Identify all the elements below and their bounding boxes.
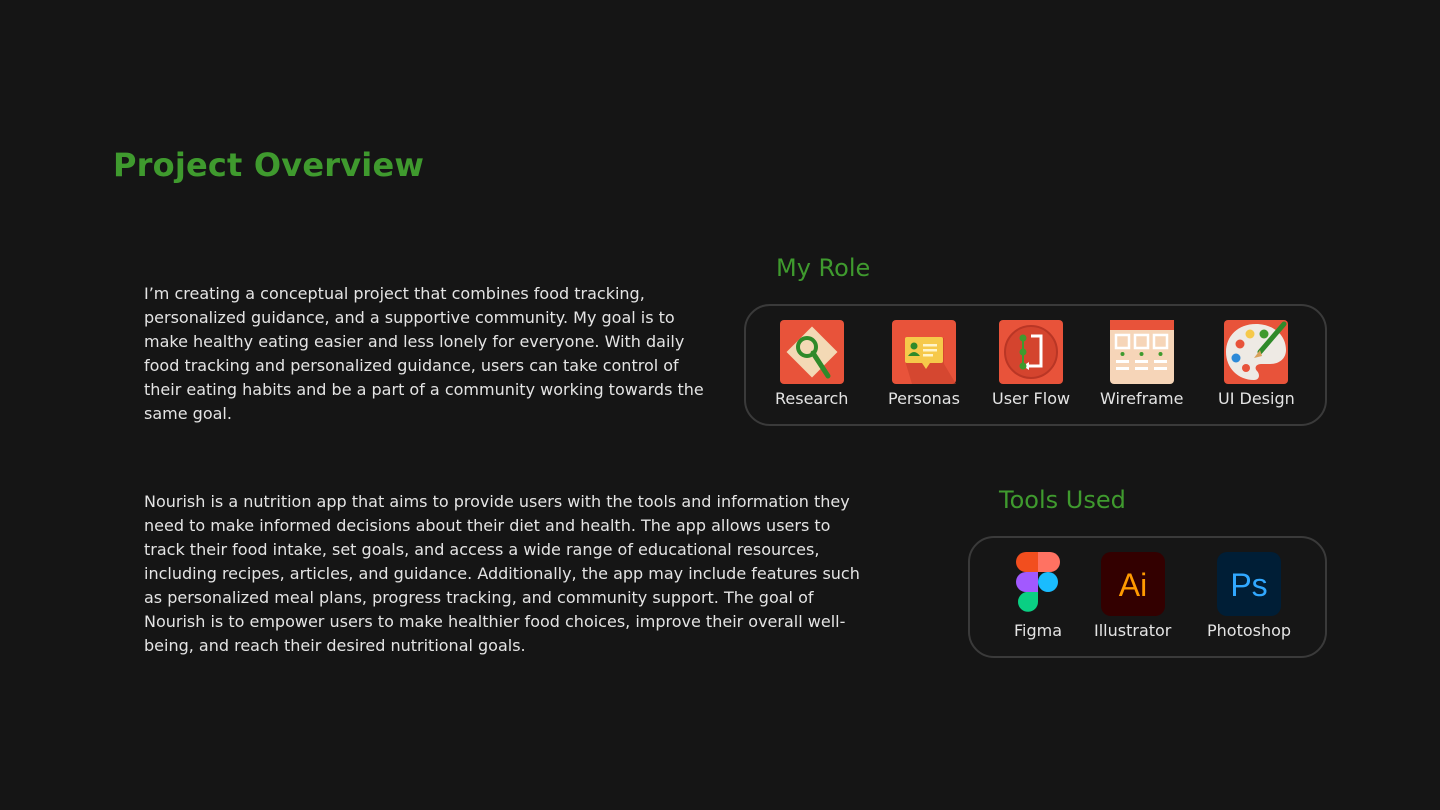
photoshop-glyph: Ps	[1230, 567, 1267, 603]
illustrator-icon: Ai	[1100, 552, 1165, 616]
role-item-personas[interactable]: Personas	[888, 320, 960, 408]
role-item-ui-design[interactable]: UI Design	[1218, 320, 1295, 408]
user-flow-icon	[999, 320, 1064, 384]
research-icon	[779, 320, 844, 384]
role-item-user-flow[interactable]: User Flow	[992, 320, 1070, 408]
role-label-ui-design: UI Design	[1218, 389, 1295, 408]
description-paragraph: Nourish is a nutrition app that aims to …	[144, 492, 860, 655]
tool-item-illustrator[interactable]: Ai Illustrator	[1094, 552, 1171, 640]
tools-used-panel: Figma Ai Illustrator Ps Photoshop	[968, 536, 1327, 658]
role-item-research[interactable]: Research	[775, 320, 848, 408]
role-label-wireframe: Wireframe	[1100, 389, 1184, 408]
tool-label-illustrator: Illustrator	[1094, 621, 1172, 640]
ui-design-palette-icon	[1224, 320, 1289, 384]
intro-paragraph: I’m creating a conceptual project that c…	[144, 284, 704, 423]
tool-label-figma: Figma	[1013, 621, 1063, 640]
tool-item-figma[interactable]: Figma	[1006, 552, 1070, 640]
my-role-title: My Role	[776, 254, 871, 282]
figma-icon	[1016, 552, 1060, 612]
photoshop-icon: Ps	[1217, 552, 1282, 616]
illustrator-glyph: Ai	[1118, 567, 1146, 603]
role-item-wireframe[interactable]: Wireframe	[1100, 320, 1183, 408]
tool-label-photoshop: Photoshop	[1207, 621, 1292, 640]
page-title: Project Overview	[113, 146, 425, 184]
my-role-panel: Research Personas User Flow Wireframe UI…	[744, 304, 1327, 426]
personas-icon	[891, 320, 956, 384]
tools-used-title: Tools Used	[999, 486, 1126, 514]
role-label-user-flow: User Flow	[992, 389, 1071, 408]
role-label-personas: Personas	[888, 389, 960, 408]
tool-item-photoshop[interactable]: Ps Photoshop	[1207, 552, 1291, 640]
role-label-research: Research	[775, 389, 849, 408]
wireframe-icon	[1109, 320, 1174, 384]
